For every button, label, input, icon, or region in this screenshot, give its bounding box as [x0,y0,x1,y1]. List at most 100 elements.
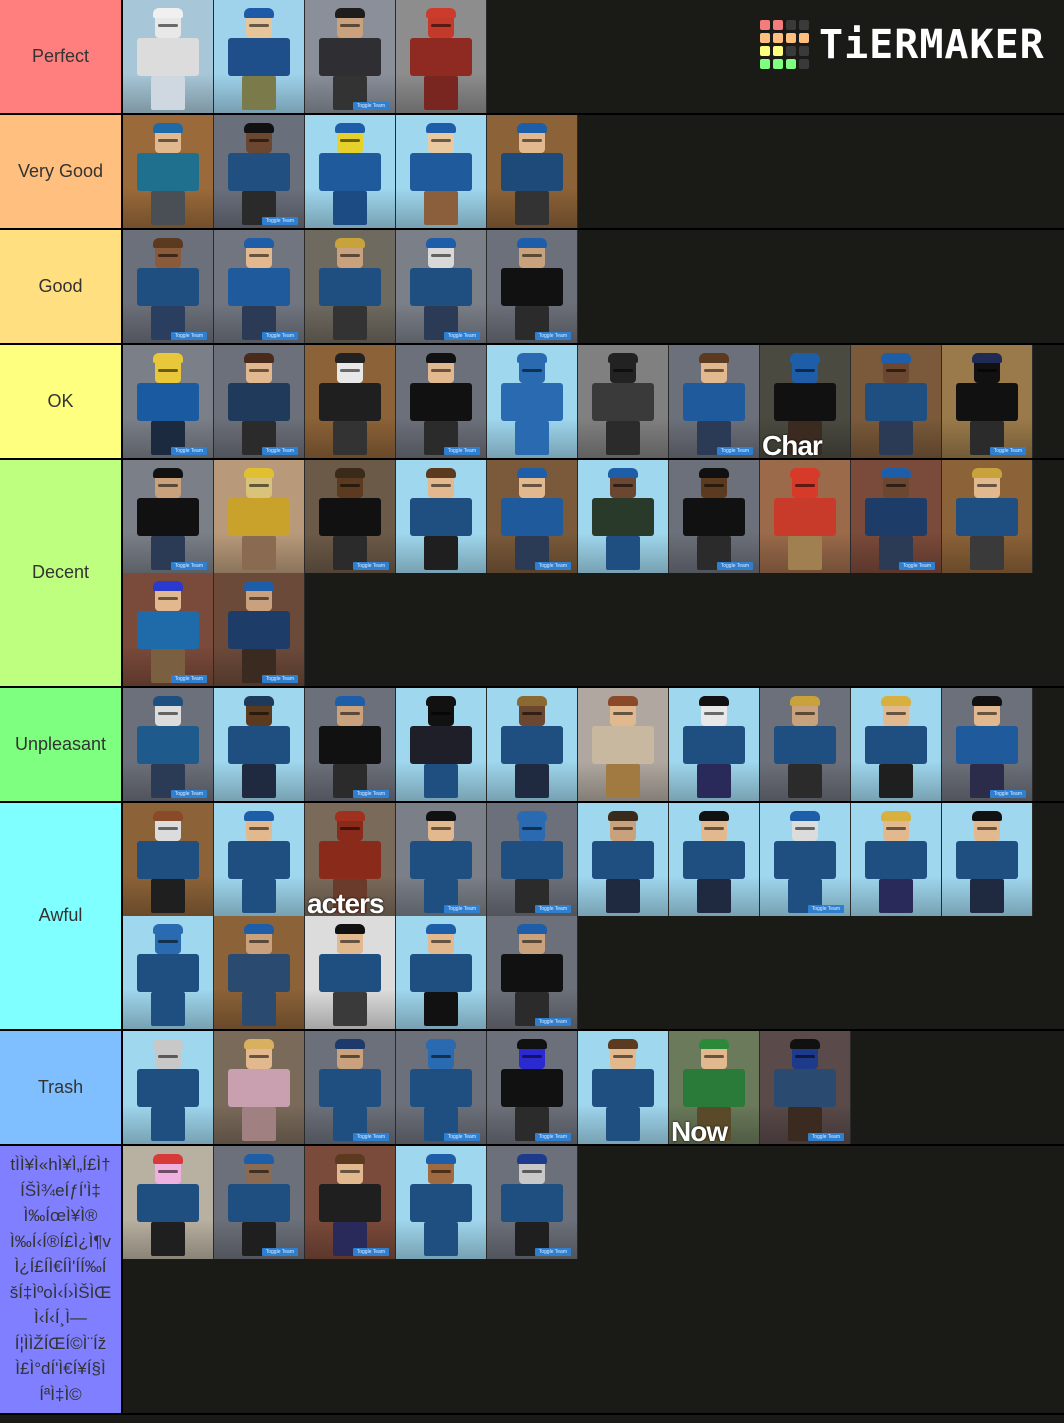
tier-item-bowler-hat-character[interactable]: Toggle Team [214,115,305,228]
tier-item-shades-blazer-character[interactable] [305,916,396,1029]
tier-item-muscle-beanie-character[interactable] [396,916,487,1029]
character-hat [153,696,183,706]
character-figure-icon [224,1146,294,1259]
tier-label[interactable]: tÌÌ¥Ì«hÌ¥Ì„Í£Ì† ÍŠÌ¾eÍƒÍ'Ì‡ Ì‰ÍœÌ¥Ì® Ì‰Í‹Í®… [0,1146,123,1413]
tier-item-green-bandana-character[interactable]: Now [669,1031,760,1144]
tier-items-dropzone[interactable]: Toggle Team Toggle Team Toggle Team Toggle … [123,230,1064,343]
tier-item-newspaper-character[interactable] [123,0,214,113]
tier-item-laser-character[interactable] [851,803,942,916]
tier-item-bare-arms-character[interactable] [487,115,578,228]
tier-item-blonde-character[interactable] [942,460,1033,573]
tier-items-dropzone[interactable]: acters Toggle Team Toggle Team Toggle Team T… [123,803,1064,1029]
tier-label[interactable]: OK [0,345,123,458]
tier-item-sunglasses-cap-character[interactable] [123,115,214,228]
tier-item-pistol-cap-character[interactable] [578,803,669,916]
tier-item-straw-hat-character[interactable] [487,688,578,801]
tier-item-brick-character[interactable] [487,345,578,458]
tier-items-dropzone[interactable]: Toggle Team Toggle Team Toggle Team [123,688,1064,801]
tier-item-skull-mask-character[interactable]: Toggle Team [123,688,214,801]
tier-item-duck-character[interactable] [305,115,396,228]
tier-items-dropzone[interactable]: Toggle Team Toggle Team Toggle Team Toggle … [123,460,1064,686]
tier-item-king-character[interactable] [760,688,851,801]
tier-item-pink-horns-character[interactable] [123,1146,214,1259]
tier-item-shark-mask-character[interactable]: Toggle Team [487,1146,578,1259]
tier-item-blue-hair-character[interactable]: Toggle Team [123,573,214,686]
character-face [340,484,360,487]
tier-label[interactable]: Trash [0,1031,123,1144]
tier-item-wizard-character[interactable]: Toggle Team [396,230,487,343]
tier-item-afro-character[interactable]: Toggle Team [305,460,396,573]
tier-item-floatie-character[interactable] [396,115,487,228]
character-legs [151,1222,185,1256]
tier-item-spartan-character[interactable]: acters [305,803,396,916]
tier-item-shotgun-character[interactable] [214,0,305,113]
tier-item-long-coat-character[interactable]: Toggle Team [305,1146,396,1259]
tier-items-dropzone[interactable]: Toggle Team [123,115,1064,228]
tier-item-rifle-character[interactable] [396,460,487,573]
tier-item-alien-character[interactable] [123,1031,214,1144]
tier-item-noob-character[interactable]: Toggle Team [123,345,214,458]
tier-item-shades-beard-muscle-character[interactable] [396,1146,487,1259]
tier-label[interactable]: Good [0,230,123,343]
tier-item-megaphone-character[interactable] [396,0,487,113]
tier-label[interactable]: Decent [0,460,123,686]
tier-item-cap-smile-character[interactable]: Toggle Team [487,460,578,573]
tier-item-beret-character[interactable]: Toggle Team [214,230,305,343]
tier-item-riot-goggles-character[interactable]: Toggle Team [942,345,1033,458]
tier-item-helmet-camera-character[interactable]: Char [760,345,851,458]
tier-item-crowned-character[interactable] [305,230,396,343]
tier-item-fedora-character[interactable]: Toggle Team [305,1031,396,1144]
tier-items-dropzone[interactable]: Toggle Team Toggle Team Toggle Team Now Togg… [123,1031,1064,1144]
tier-item-shades-pistol-character[interactable] [942,803,1033,916]
tier-item-ninja-character[interactable]: Toggle Team [760,803,851,916]
tier-label[interactable]: Perfect [0,0,123,113]
tier-item-vest-beanie-character[interactable]: Toggle Team [487,916,578,1029]
tier-item-plaid-character[interactable] [578,688,669,801]
tier-item-cowboy-character[interactable]: Toggle Team [305,0,396,113]
tier-item-banana-character[interactable] [578,1031,669,1144]
tier-item-bearded-character[interactable]: Toggle Team [123,230,214,343]
tier-item-blonde-curls-character[interactable] [214,1031,305,1144]
tier-item-shades-long-hair-character[interactable]: Toggle Team [942,688,1033,801]
tier-item-firefighter-character[interactable] [578,460,669,573]
tier-item-eyepatch-character[interactable] [214,916,305,1029]
tier-item-beanie-vest-character[interactable]: Toggle Team [305,688,396,801]
tier-item-headphones-character[interactable] [123,803,214,916]
tier-item-shades-dark-character[interactable]: Toggle Team [669,460,760,573]
tier-items-dropzone[interactable]: Toggle Team Toggle Team Toggle Team [123,1146,1064,1413]
tier-item-blonde-gunner-character[interactable] [851,688,942,801]
tier-item-gunner-cap-character[interactable] [214,688,305,801]
toggle-team-badge: Toggle Team [443,1133,480,1141]
tier-item-hooded-pistol-character[interactable] [123,916,214,1029]
tier-item-top-hat-character[interactable] [669,803,760,916]
tier-label[interactable]: Very Good [0,115,123,228]
tier-item-brown-hair-character[interactable]: Toggle Team [669,345,760,458]
tier-item-blue-cap-character[interactable]: Toggle Team [851,460,942,573]
tier-item-hardhat-beard-character[interactable]: Toggle Team [214,573,305,686]
tier-item-goggles-character[interactable] [305,345,396,458]
tier-item-vest-character[interactable]: Toggle Team [487,230,578,343]
tier-item-mustache-character[interactable] [214,803,305,916]
tier-label[interactable]: Awful [0,803,123,1029]
toggle-team-badge: Toggle Team [261,447,298,455]
tier-items-dropzone[interactable]: Toggle Team Toggle Team Toggle Team Toggle … [123,345,1064,458]
tier-item-sword-character[interactable] [669,688,760,801]
tier-item-headset-character[interactable]: Toggle Team [396,345,487,458]
tier-item-wide-hat-character[interactable] [851,345,942,458]
tier-item-suit-beard-character[interactable]: Toggle Team [396,803,487,916]
tier-item-cowgirl-bandana-character[interactable]: Toggle Team [760,1031,851,1144]
tier-item-tricorn-character[interactable]: Toggle Team [214,1146,305,1259]
logo-grid-cell [760,20,770,30]
tier-item-armored-character[interactable] [396,688,487,801]
tier-item-helmet-bolva-character[interactable] [760,460,851,573]
tier-item-blue-mask-character[interactable]: Toggle Team [487,803,578,916]
tier-item-balaclava-character[interactable] [578,345,669,458]
tier-item-shades-headset-character[interactable]: Toggle Team [123,460,214,573]
tier-item-strapped-character[interactable]: Toggle Team [214,345,305,458]
character-legs [970,879,1004,913]
tier-label[interactable]: Unpleasant [0,688,123,801]
tier-item-blue-hood-character[interactable]: Toggle Team [396,1031,487,1144]
tier-item-visor-character[interactable]: Toggle Team [487,1031,578,1144]
character-face [431,827,451,830]
tier-item-chef-character[interactable] [214,460,305,573]
